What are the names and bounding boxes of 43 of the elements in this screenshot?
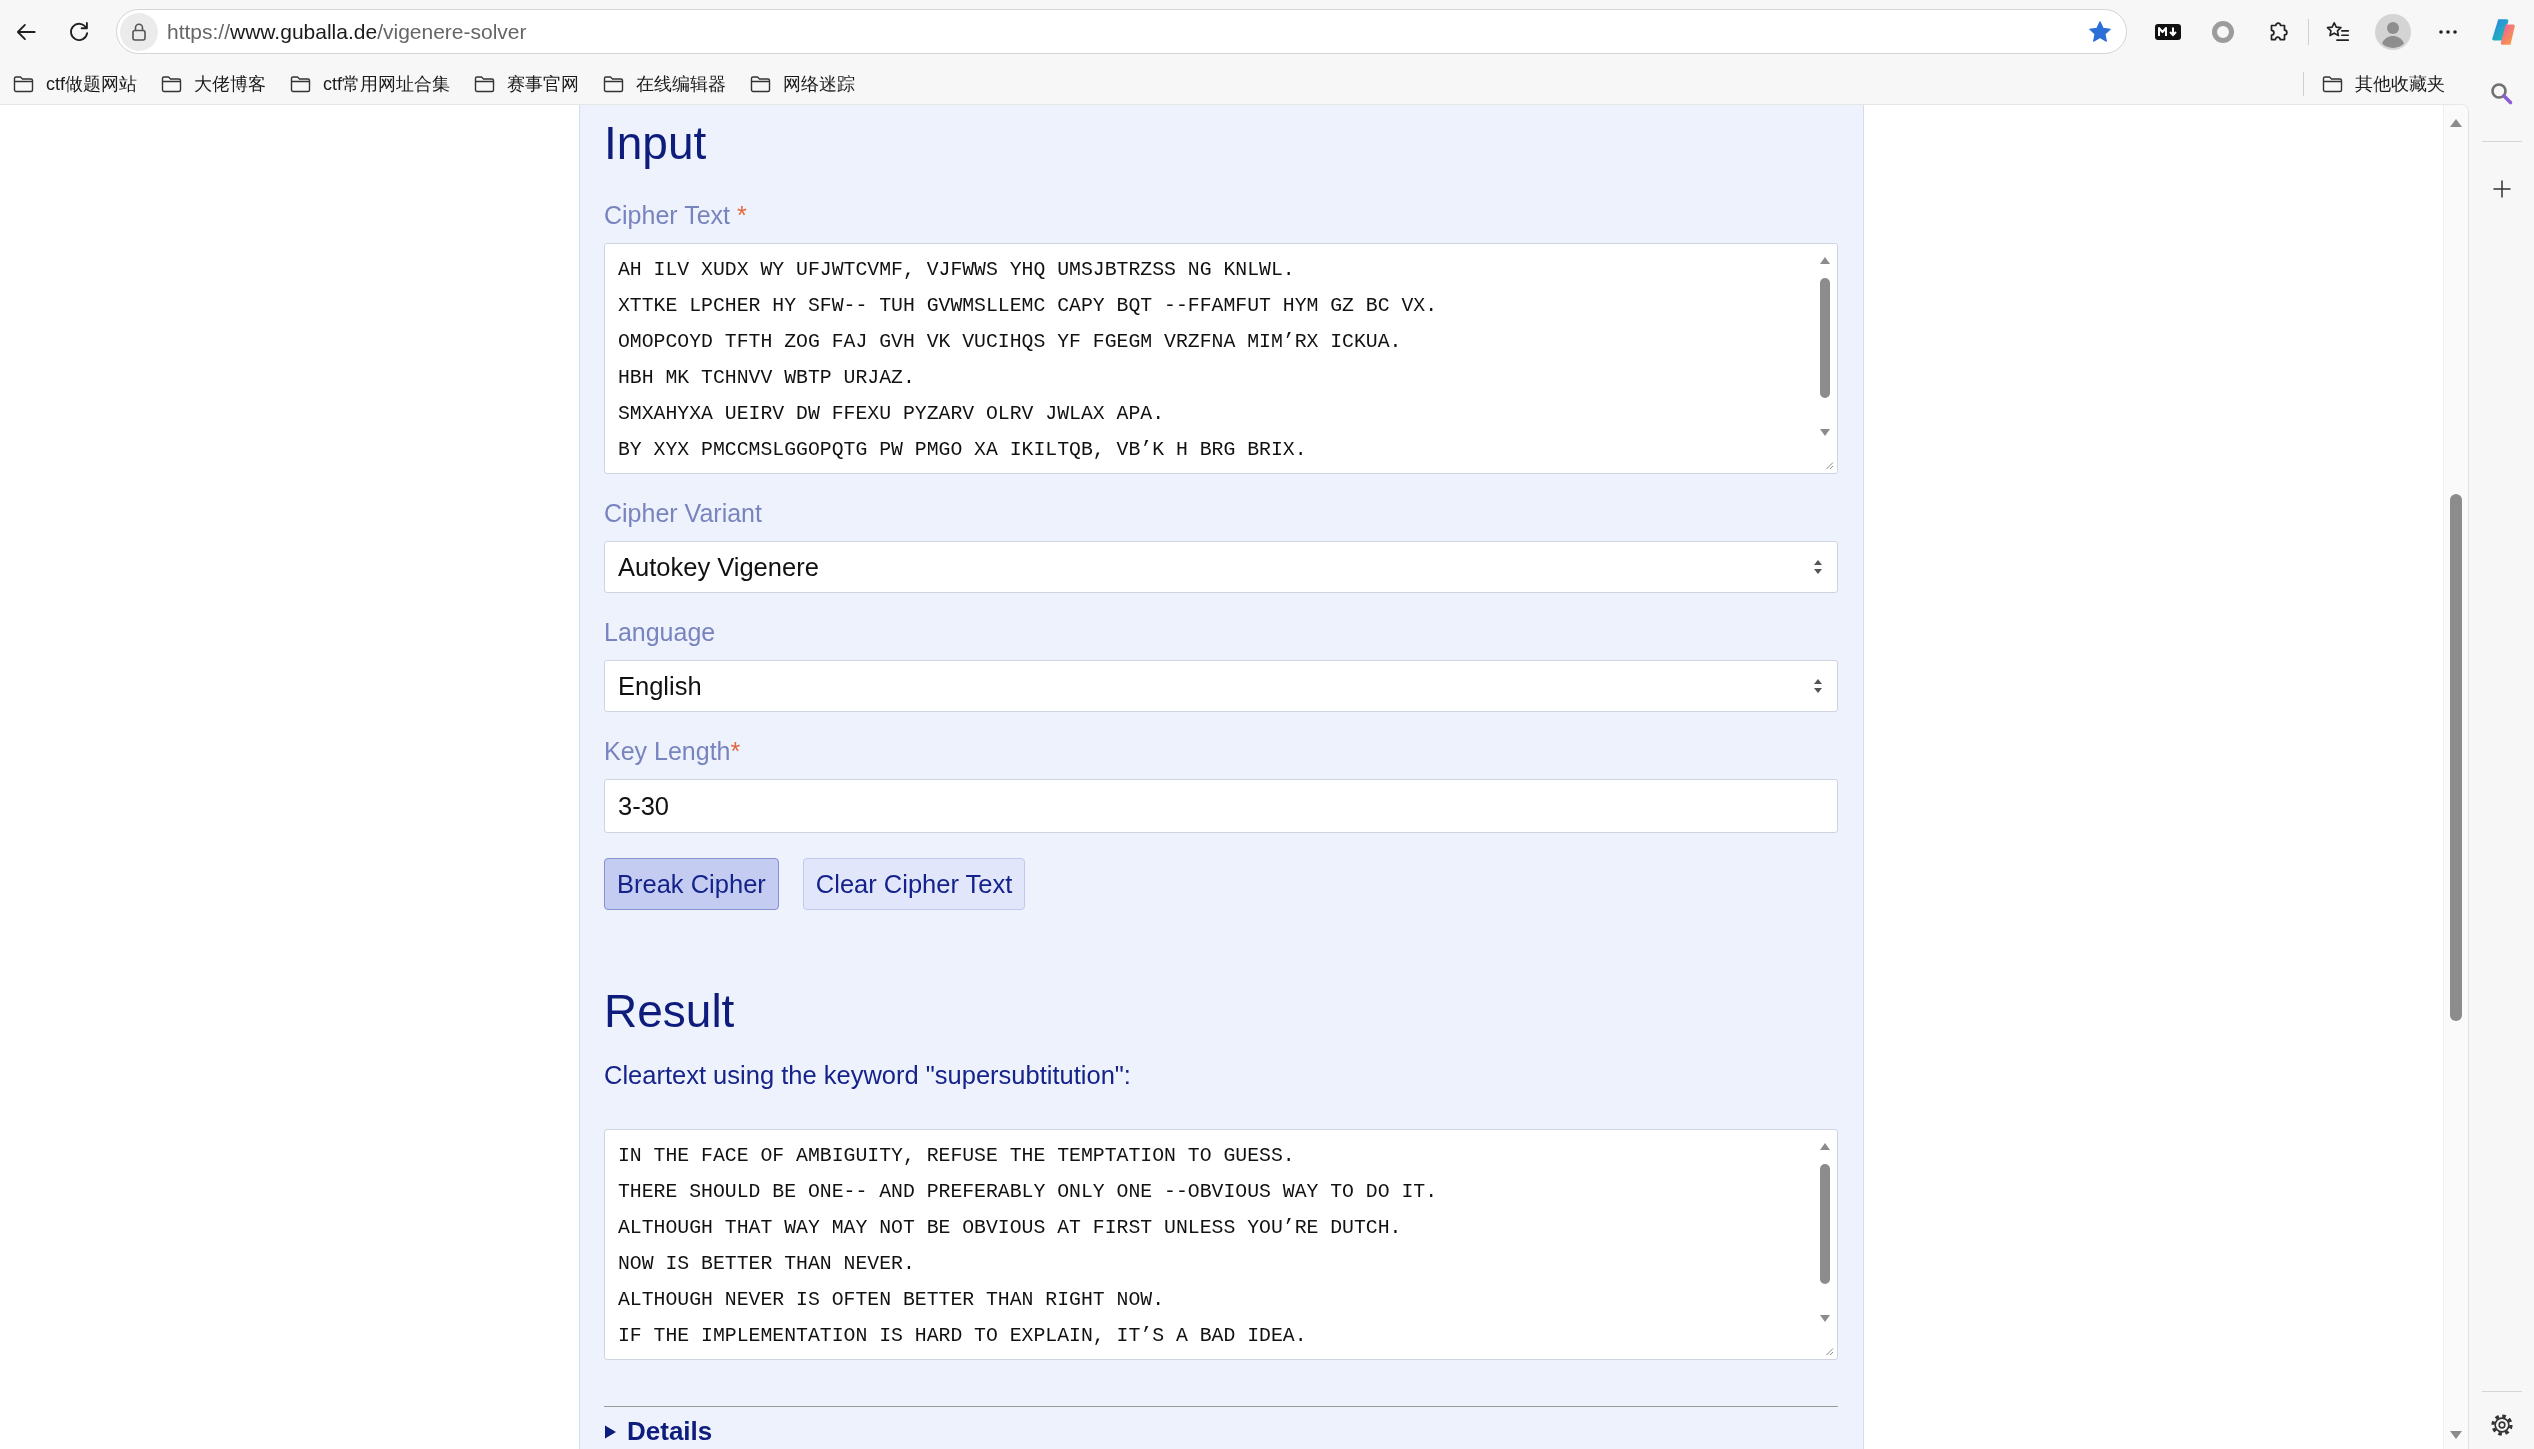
section-heading: Input bbox=[604, 116, 707, 171]
plus-icon[interactable] bbox=[2490, 178, 2513, 200]
section-heading: Result bbox=[604, 984, 735, 1039]
bookmark-item[interactable]: 赛事官网 bbox=[470, 67, 584, 100]
result-description: Cleartext using the keyword "supersubtitution": bbox=[604, 1060, 1131, 1091]
folder-icon bbox=[474, 74, 496, 93]
dropdown-select[interactable]: English bbox=[604, 660, 1838, 712]
folder-icon bbox=[290, 74, 311, 93]
bookmark-item[interactable]: 其他收藏夹 bbox=[2318, 67, 2449, 100]
ring-icon[interactable] bbox=[2211, 19, 2235, 44]
markdown-icon[interactable] bbox=[2154, 21, 2182, 42]
field-label: Cipher Variant bbox=[604, 498, 762, 529]
field-label: Cipher Text * bbox=[604, 200, 747, 231]
bookmark-item[interactable]: 大佬博客 bbox=[157, 67, 270, 100]
text-area[interactable]: AH ILV XUDX WY UFJWTCVMF, VJFWWS YHQ UMSJBTRZSS NG KNLWL. XTTKE LPCHER HY SFW-- TUH GVWMSLLEMC CAPY BQT --FFAMFUT HYM GZ BC VX. OMOPCOYD TFTH ZOG FAJ GVH VK VUCIHQS YF FGEGM VRZFNA MIM’RX ICKUA. HBH MK TCHNVV WBTP URJAZ. SMXAHYXA UEIRV DW FFEXU PYZARV OLRV JWLAX APA. BY XYX PMCCMSLGGOPQTG PW PMGO XA IKILTQB, VB’K H BRG BRIX. bbox=[604, 243, 1838, 474]
text-input[interactable]: 3-30 bbox=[604, 779, 1838, 833]
lock-icon[interactable] bbox=[120, 12, 158, 51]
folder-icon bbox=[13, 74, 34, 93]
page-scrollbar[interactable] bbox=[2443, 105, 2468, 1449]
address-bar[interactable]: https://www.guballa.de/vigenere-solver bbox=[116, 9, 2127, 54]
action-button[interactable]: Break Cipher bbox=[604, 858, 779, 910]
folder-icon bbox=[750, 74, 772, 93]
text-area[interactable]: IN THE FACE OF AMBIGUITY, REFUSE THE TEMPTATION TO GUESS. THERE SHOULD BE ONE-- AND PREFERABLY ONLY ONE --OBVIOUS WAY TO DO IT. ALTHOUGH THAT WAY MAY NOT BE OBVIOUS AT FIRST UNLESS YOU’RE DUTCH. NOW IS BETTER THAN NEVER. ALTHOUGH NEVER IS OFTEN BETTER THAN RIGHT NOW. IF THE IMPLEMENTATION IS HARD TO EXPLAIN, IT’S A BAD IDEA. bbox=[604, 1129, 1838, 1360]
bookmark-item[interactable]: ctf做题网站 bbox=[9, 67, 141, 100]
avatar-icon[interactable] bbox=[2375, 13, 2411, 50]
up-down-arrows-icon bbox=[1812, 558, 1824, 576]
up-down-arrows-icon bbox=[1812, 677, 1824, 695]
bookmark-item[interactable]: 网络迷踪 bbox=[746, 67, 860, 100]
dropdown-select[interactable]: Autokey Vigenere bbox=[604, 541, 1838, 593]
bookmark-item[interactable]: 在线编辑器 bbox=[599, 67, 731, 100]
action-button[interactable]: Clear Cipher Text bbox=[802, 858, 1026, 910]
folder-icon bbox=[603, 74, 625, 93]
details-toggle[interactable]: Details bbox=[604, 1417, 713, 1446]
bookmark-item[interactable]: ctf常用网址合集 bbox=[286, 67, 455, 100]
settings-icon[interactable] bbox=[2488, 1412, 2515, 1438]
folder-icon bbox=[2322, 74, 2343, 93]
star-icon[interactable] bbox=[2087, 18, 2113, 45]
url-text: https://www.guballa.de/vigenere-solver bbox=[167, 19, 527, 44]
field-label: Key Length* bbox=[604, 736, 741, 767]
folder-icon bbox=[161, 74, 182, 93]
field-label: Language bbox=[604, 617, 716, 648]
resize-grip-icon[interactable] bbox=[1824, 460, 1834, 470]
resize-grip-icon[interactable] bbox=[1824, 1346, 1834, 1356]
